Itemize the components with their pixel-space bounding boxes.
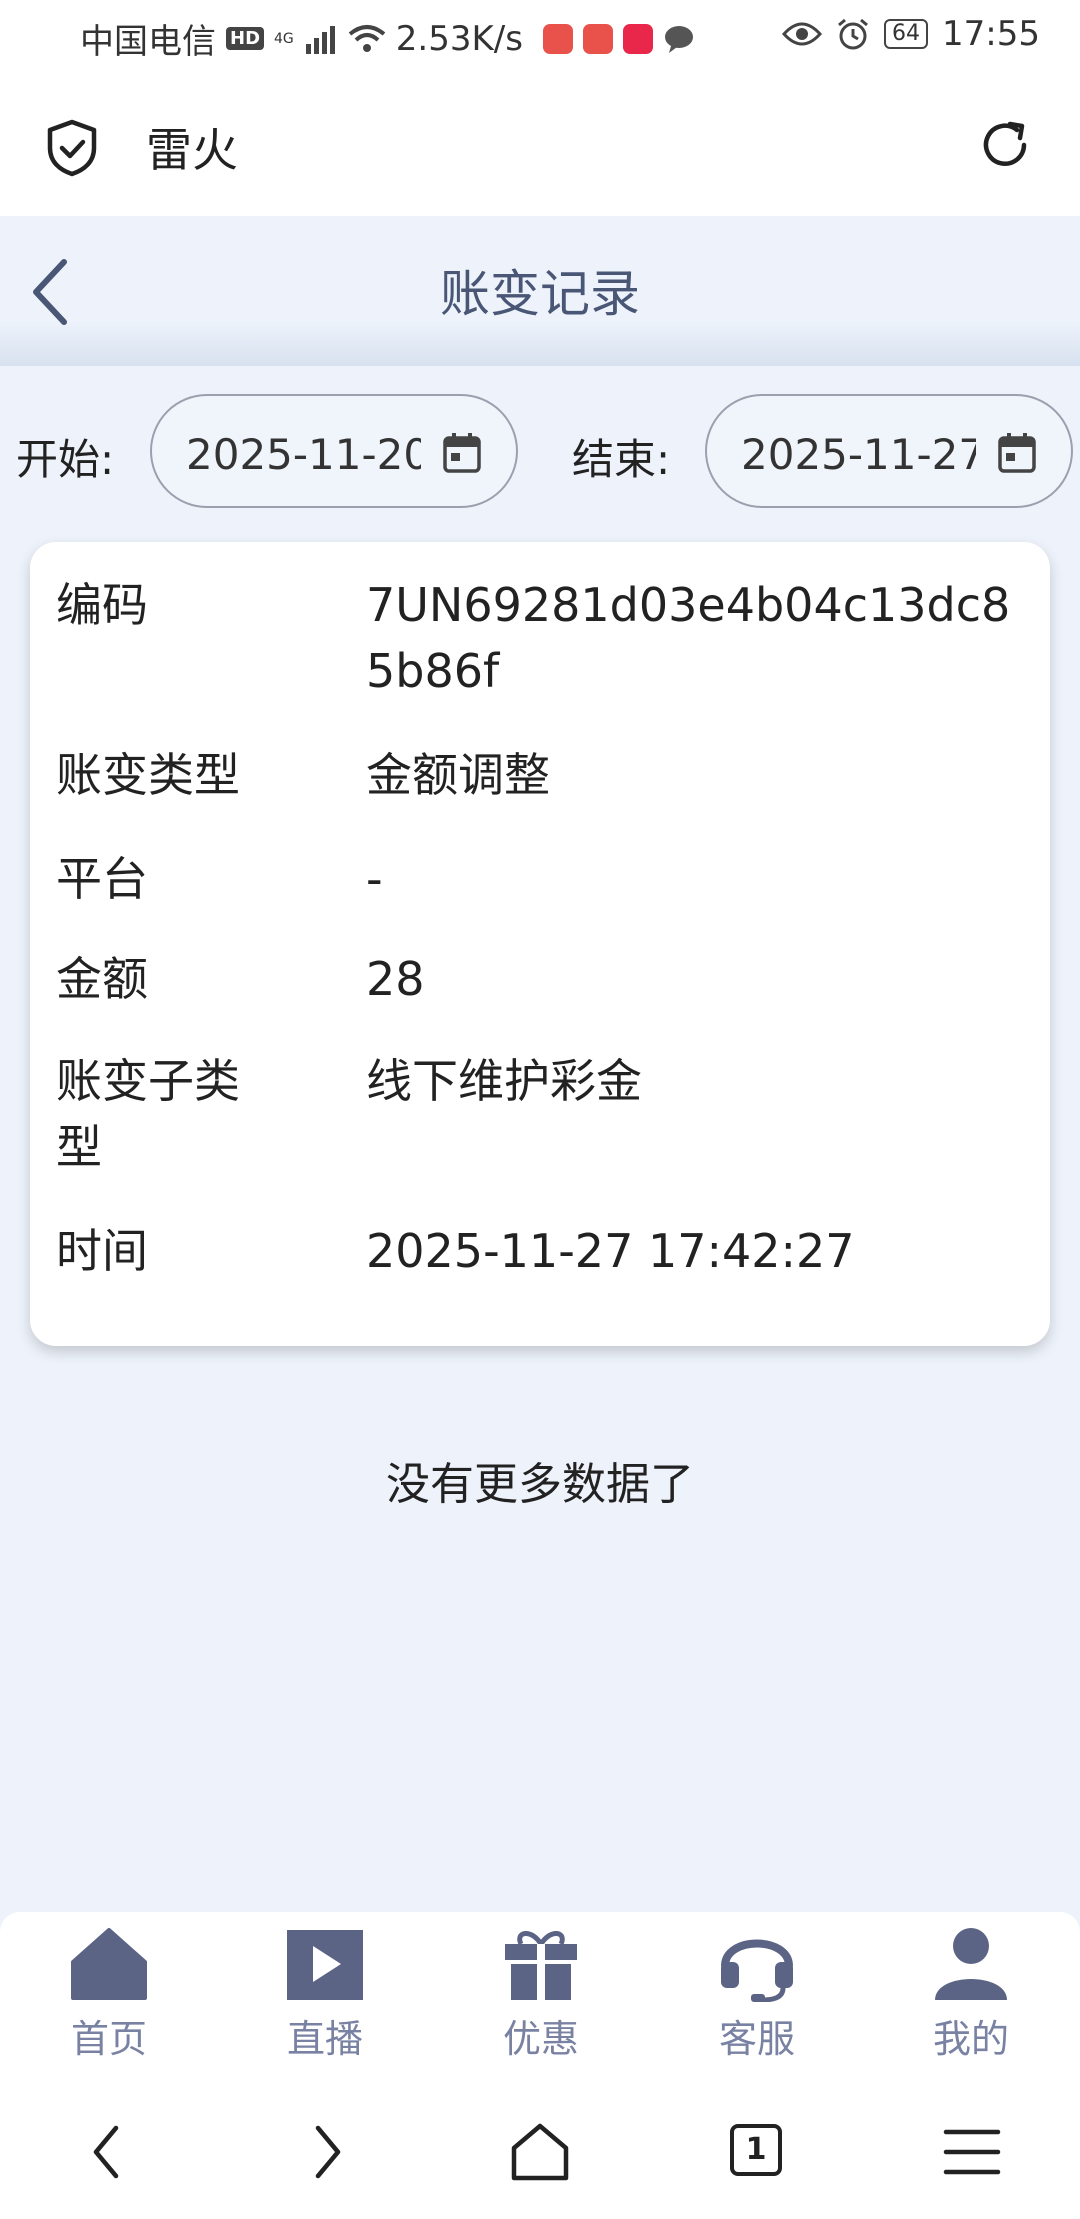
time-value: 2025-11-27 17:42:27 — [366, 1224, 855, 1278]
calendar-icon[interactable] — [997, 432, 1037, 474]
wifi-icon — [348, 24, 386, 52]
page-header: 账变记录 — [0, 216, 1080, 366]
tab-home[interactable]: 首页 — [34, 1926, 184, 2063]
platform-label: 平台 — [56, 852, 148, 906]
start-date-input[interactable]: 2025-11-20 — [150, 394, 518, 508]
hd-badge: HD — [226, 27, 265, 50]
type-label: 账变类型 — [56, 748, 240, 802]
xiaohongshu-app-icon — [622, 23, 653, 54]
browser-menu-button[interactable] — [932, 2122, 1012, 2182]
tab-profile[interactable]: 我的 — [896, 1926, 1046, 2063]
tab-support[interactable]: 客服 — [682, 1926, 832, 2063]
record-card: 编码 7UN69281d03e4b04c13dc85b86f 账变类型 金额调整… — [30, 542, 1050, 1346]
end-date-input[interactable]: 2025-11-27 — [705, 394, 1073, 508]
code-label: 编码 — [56, 578, 148, 632]
carrier-label: 中国电信 — [80, 22, 216, 62]
browser-back-button[interactable] — [68, 2122, 148, 2182]
huawei-app-icon-2 — [582, 23, 613, 54]
end-date-label: 结束: — [572, 435, 671, 484]
bottom-tab-bar: 首页 直播 优惠 客服 我的 — [0, 1912, 1080, 2080]
message-icon — [664, 25, 693, 53]
refresh-icon[interactable] — [976, 116, 1034, 174]
app-header: 雷火 — [0, 74, 1080, 216]
network-speed: 2.53K/s — [395, 18, 523, 59]
battery-indicator: 64 — [884, 19, 929, 49]
browser-forward-button[interactable] — [286, 2122, 366, 2182]
date-filter: 开始: 2025-11-20 结束: 2025-11-27 — [0, 390, 1080, 514]
tab-promotions[interactable]: 优惠 — [466, 1926, 616, 2063]
page-title: 账变记录 — [440, 265, 640, 323]
alarm-icon — [838, 18, 868, 50]
app-title: 雷火 — [146, 123, 238, 177]
headset-icon — [721, 1939, 793, 2002]
browser-home-button[interactable] — [500, 2122, 580, 2182]
tab-label: 首页 — [70, 2017, 147, 2061]
tab-label: 直播 — [286, 2017, 363, 2061]
browser-tabs-button[interactable]: 1 — [716, 2122, 796, 2182]
code-value: 7UN69281d03e4b04c13dc85b86f — [366, 578, 1011, 698]
start-date-value: 2025-11-20 — [186, 430, 421, 479]
list-end-text: 没有更多数据了 — [386, 1459, 694, 1510]
subtype-label: 账变子类型 — [56, 1054, 240, 1174]
type-value: 金额调整 — [366, 748, 550, 802]
clock: 17:55 — [942, 14, 1040, 54]
user-icon — [935, 1928, 1007, 2000]
video-icon — [287, 1930, 363, 2000]
calendar-icon[interactable] — [442, 432, 482, 474]
status-bar: 中国电信 HD 4G 2.53K/s 64 17:55 — [0, 0, 1080, 74]
network-type: 4G — [274, 30, 294, 47]
start-date-label: 开始: — [16, 435, 115, 484]
tab-label: 我的 — [932, 2017, 1009, 2061]
gift-icon — [505, 1931, 577, 2000]
amount-value: 28 — [366, 952, 425, 1006]
signal-icon — [305, 25, 335, 54]
subtype-value: 线下维护彩金 — [366, 1054, 642, 1108]
huawei-app-icon — [542, 23, 573, 54]
tab-count: 1 — [730, 2124, 782, 2176]
browser-nav-bar: 1 — [0, 2080, 1080, 2219]
tab-label: 优惠 — [502, 2017, 579, 2061]
time-label: 时间 — [56, 1224, 148, 1278]
tab-label: 客服 — [718, 2017, 795, 2061]
platform-value: - — [366, 852, 383, 906]
tab-live[interactable]: 直播 — [250, 1926, 400, 2063]
amount-label: 金额 — [56, 952, 148, 1006]
eye-icon — [782, 22, 823, 46]
shield-check-icon — [47, 119, 97, 177]
home-icon — [71, 1928, 147, 2000]
end-date-value: 2025-11-27 — [741, 430, 976, 479]
